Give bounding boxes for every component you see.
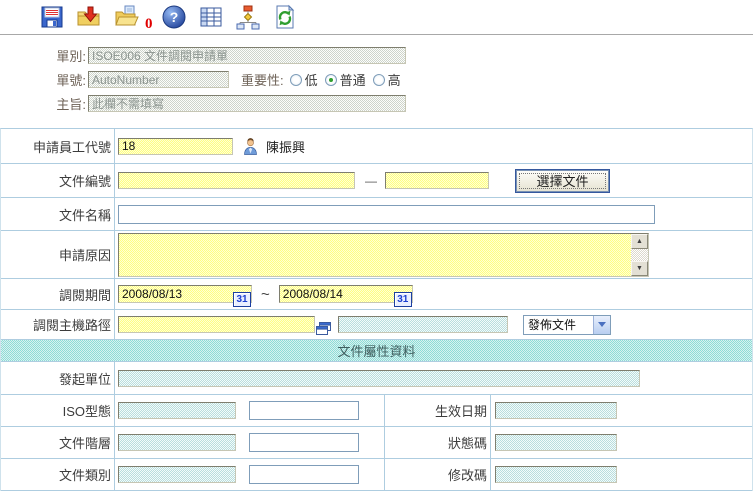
origin-unit-field <box>118 370 640 387</box>
origin-row: 發起單位 <box>1 362 752 395</box>
section-header: 文件屬性資料 <box>1 340 752 362</box>
person-icon[interactable] <box>242 138 259 155</box>
status-code-label: 狀態碼 <box>385 427 491 458</box>
save-icon <box>39 4 65 30</box>
doc-category-field <box>118 466 236 483</box>
period-tilde: ~ <box>261 286 270 303</box>
doc-level-field <box>118 434 236 451</box>
help-button[interactable]: ? <box>161 4 188 31</box>
doc-number-to-input[interactable] <box>385 172 489 189</box>
checkin-folder-button[interactable] <box>75 4 102 31</box>
save-button[interactable] <box>38 4 65 31</box>
reason-textarea[interactable]: ▲ ▼ <box>118 233 649 277</box>
applicant-row: 申請員工代號 陳振興 <box>1 129 752 164</box>
revision-code-field <box>495 466 617 483</box>
period-label: 調閱期間 <box>1 279 115 309</box>
doc-name-input[interactable] <box>118 205 655 224</box>
host-path-display <box>338 316 508 333</box>
browse-windows-icon[interactable] <box>316 322 331 336</box>
calendar-from-icon[interactable]: 31 <box>233 292 251 307</box>
toolbar: 0 ? <box>0 0 753 35</box>
reason-row: 申請原因 ▲ ▼ <box>1 231 752 279</box>
iso-type-field <box>118 402 236 419</box>
doc-name-label: 文件名稱 <box>1 198 115 230</box>
importance-group: 重要性: 低 普通 高 <box>241 70 408 89</box>
effective-date-field <box>495 402 617 419</box>
calendar-to-icon[interactable]: 31 <box>394 292 412 307</box>
subject-label: 主旨: <box>28 94 86 113</box>
attachment-count: 0 <box>145 16 153 33</box>
doc-name-row: 文件名稱 <box>1 198 752 231</box>
refresh-button[interactable] <box>272 4 299 31</box>
period-to-input[interactable] <box>279 285 413 303</box>
doc-level-label: 文件階層 <box>1 427 115 458</box>
doc-number-from-input[interactable] <box>118 172 355 189</box>
importance-label: 重要性: <box>241 70 284 89</box>
doc-source-select[interactable]: 發佈文件 <box>523 315 611 335</box>
doc-type-field <box>88 47 406 64</box>
org-chart-icon <box>235 4 261 30</box>
importance-radio-high[interactable] <box>373 74 385 86</box>
scroll-down-button[interactable]: ▼ <box>631 261 648 276</box>
importance-option-normal: 普通 <box>340 70 366 89</box>
reason-scrollbar[interactable]: ▲ ▼ <box>631 234 648 276</box>
host-path-label: 調閱主機路徑 <box>1 310 115 339</box>
importance-radio-normal[interactable] <box>325 74 337 86</box>
period-from-input[interactable] <box>118 285 252 303</box>
reason-label: 申請原因 <box>1 231 115 278</box>
importance-option-high: 高 <box>388 70 401 89</box>
folder-download-icon <box>76 4 102 30</box>
applicant-id-input[interactable] <box>118 138 233 155</box>
iso-type-label: ISO型態 <box>1 395 115 426</box>
select-document-button[interactable]: 選擇文件 <box>516 170 609 192</box>
dropdown-arrow-icon[interactable] <box>593 316 610 334</box>
status-code-field <box>495 434 617 451</box>
doc-category-input[interactable] <box>249 465 359 484</box>
subject-field <box>88 95 406 112</box>
period-row: 調閱期間 31 ~ 31 <box>1 279 752 310</box>
host-path-input[interactable] <box>118 316 315 333</box>
doc-source-selected-value: 發佈文件 <box>524 316 593 333</box>
folder-open-icon <box>113 4 139 30</box>
applicant-label: 申請員工代號 <box>1 129 115 163</box>
attr-row-level: 文件階層 狀態碼 <box>1 427 752 459</box>
host-path-row: 調閱主機路徑 發佈文件 <box>1 310 752 340</box>
svg-text:?: ? <box>170 9 179 25</box>
help-icon: ? <box>161 4 187 30</box>
doc-category-label: 文件類別 <box>1 459 115 490</box>
refresh-icon <box>272 4 298 30</box>
grid-icon <box>198 4 224 30</box>
doc-no-field <box>88 71 229 88</box>
attr-row-category: 文件類別 修改碼 <box>1 459 752 491</box>
effective-date-label: 生效日期 <box>385 395 491 426</box>
doc-number-label: 文件編號 <box>1 164 115 197</box>
list-view-button[interactable] <box>198 4 225 31</box>
header-form: 單別: 單號: 重要性: 低 普通 高 主旨: <box>0 35 753 112</box>
request-form-table: 申請員工代號 陳振興 文件編號 — 選擇文件 文件名稱 申請原因 <box>0 128 753 491</box>
origin-label: 發起單位 <box>1 362 115 394</box>
doc-number-row: 文件編號 — 選擇文件 <box>1 164 752 198</box>
revision-code-label: 修改碼 <box>385 459 491 490</box>
attr-row-iso: ISO型態 生效日期 <box>1 395 752 427</box>
importance-option-low: 低 <box>305 70 318 89</box>
scroll-up-button[interactable]: ▲ <box>631 234 648 249</box>
doc-no-label: 單號: <box>28 70 86 89</box>
importance-radio-low[interactable] <box>290 74 302 86</box>
open-folder-button[interactable] <box>112 4 139 31</box>
applicant-name: 陳振興 <box>266 137 305 156</box>
doc-type-label: 單別: <box>28 46 86 65</box>
iso-type-input[interactable] <box>249 401 359 420</box>
doc-level-input[interactable] <box>249 433 359 452</box>
doc-number-separator: — <box>365 174 377 188</box>
flow-chart-button[interactable] <box>235 4 262 31</box>
